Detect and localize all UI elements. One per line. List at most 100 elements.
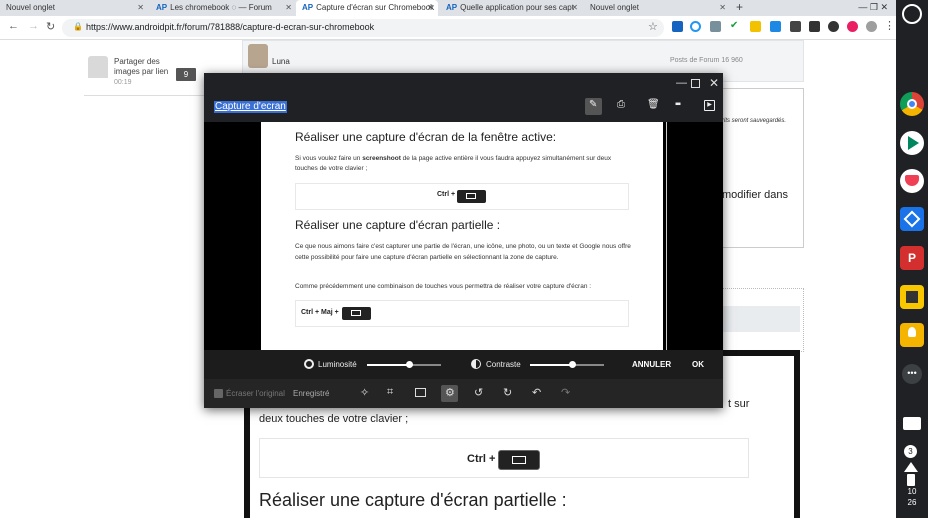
reload-icon[interactable]: ↻ (46, 20, 55, 33)
brightness-icon (304, 359, 314, 369)
keyboard-icon[interactable] (903, 417, 921, 430)
pencil-icon[interactable]: ✎ (589, 99, 597, 110)
window-controls[interactable]: — ❐ ✕ (800, 0, 896, 16)
extension-icon[interactable] (770, 21, 781, 32)
window-switch-key-icon (342, 307, 371, 320)
contrast-icon (471, 359, 481, 369)
redo-icon[interactable]: ↷ (561, 386, 570, 399)
wifi-icon[interactable] (904, 462, 918, 472)
rotate-left-icon[interactable]: ↺ (474, 386, 483, 399)
close-icon[interactable]: ✕ (427, 0, 434, 15)
tab-label: Nouvel onglet (6, 3, 55, 12)
author-name[interactable]: Luna (272, 57, 290, 66)
shortcut-text: Ctrl + (437, 191, 456, 198)
extension-icon[interactable] (710, 21, 721, 32)
clock-minute: 26 (907, 498, 917, 507)
pocket-icon[interactable] (900, 169, 924, 193)
overflow-menu-icon[interactable]: ••• (902, 364, 922, 384)
text-fragment: t sur (728, 398, 750, 410)
file-name-input[interactable]: Capture d'ecran (214, 101, 287, 113)
app-icon[interactable] (900, 207, 924, 231)
profile-avatar[interactable] (866, 21, 877, 32)
reply-count-badge: 9 (176, 68, 196, 81)
eraser-icon[interactable] (790, 21, 801, 32)
androidpit-icon: AP (156, 3, 168, 12)
close-icon[interactable]: ✕ (285, 0, 292, 15)
forward-icon[interactable]: → (28, 20, 39, 32)
extension-icon[interactable] (750, 21, 761, 32)
contrast-slider-thumb[interactable] (568, 361, 576, 368)
rotate-right-icon[interactable]: ↻ (503, 386, 512, 399)
screenshot-paragraph: Ce que nous aimons faire c'est capturer … (295, 243, 631, 261)
window-switch-key-icon (457, 190, 486, 203)
contrast-slider-fill (530, 364, 573, 366)
overwrite-original-label: Écraser l'original (226, 389, 285, 398)
paragraph-bold: screenshoot (362, 155, 401, 162)
user-avatar (88, 56, 108, 78)
ok-button[interactable]: OK (692, 360, 704, 369)
auto-fix-icon[interactable]: ✧ (360, 386, 369, 399)
aspect-ratio-icon[interactable] (415, 388, 426, 397)
chrome-icon[interactable] (900, 92, 924, 116)
close-icon[interactable]: ✕ (137, 0, 144, 15)
tab-new-1[interactable]: Nouvel onglet ✕ (0, 0, 148, 16)
close-icon[interactable]: ✕ (709, 76, 719, 90)
print-icon[interactable]: ⎙ (617, 99, 625, 110)
bookmark-star-icon[interactable]: ☆ (648, 20, 658, 33)
article-text: deux touches de votre clavier ; (259, 413, 409, 425)
menu-icon[interactable]: ⋮ (884, 19, 895, 32)
tab-label: Capture d'écran sur Chromebook (316, 3, 435, 12)
clock[interactable]: 10 26 (902, 486, 922, 508)
forum-post-count: Posts de Forum 16 960 (670, 57, 743, 64)
play-store-icon[interactable] (900, 131, 924, 155)
tab-label: Nouvel onglet (590, 3, 639, 12)
tab-label: Quelle application pour ses capt (460, 3, 574, 12)
extension-icon[interactable] (672, 21, 683, 32)
content-bar (720, 306, 800, 332)
grid-icon[interactable]: ▪▪ (675, 99, 681, 110)
screenshot-paragraph: Si vous voulez faire un screenshoot de l… (295, 154, 633, 174)
pdf-editor-icon[interactable]: P (900, 246, 924, 270)
androidpit-icon: AP (446, 3, 458, 12)
autosave-hint: rits seront sauvegardés. (722, 118, 787, 124)
close-icon[interactable]: ✕ (571, 0, 578, 15)
new-tab-button[interactable]: + (736, 0, 743, 14)
gear-icon[interactable]: ⚙ (445, 386, 455, 399)
androidpit-icon: AP (302, 3, 314, 12)
tab-app[interactable]: AP Quelle application pour ses capt ✕ (440, 0, 582, 16)
extension-icon[interactable] (847, 21, 858, 32)
thread-time: 00:19 (114, 79, 132, 86)
slideshow-icon[interactable]: ▶ (704, 100, 715, 111)
close-icon[interactable]: ✕ (719, 0, 726, 15)
tab-new-2[interactable]: Nouvel onglet ✕ (584, 0, 730, 16)
thread-title[interactable]: Partager des images par lien (114, 57, 174, 77)
brightness-label: Luminosité (318, 360, 357, 369)
notification-badge[interactable]: 3 (904, 445, 917, 458)
overwrite-original-checkbox[interactable] (214, 389, 223, 398)
cancel-button[interactable]: ANNULER (632, 360, 671, 369)
tab-capture[interactable]: AP Capture d'écran sur Chromebook ✕ (296, 0, 438, 16)
keep-icon[interactable] (900, 323, 924, 347)
crop-icon[interactable]: ⌗ (387, 386, 393, 399)
url-text[interactable]: https://www.androidpit.fr/forum/781888/c… (86, 22, 374, 32)
back-icon[interactable]: ← (8, 20, 19, 32)
battery-icon[interactable] (907, 474, 915, 486)
article-heading: Réaliser une capture d'écran partielle : (259, 490, 567, 510)
window-switch-key-icon (498, 450, 540, 470)
shortcut-text: Ctrl + (467, 453, 496, 465)
minimize-icon[interactable]: — (676, 77, 687, 89)
clock-hour: 10 (907, 487, 917, 496)
screenshot-paragraph: Comme précédemment une combinaison de to… (295, 283, 592, 290)
launcher-icon[interactable] (902, 4, 922, 24)
checkmark-icon[interactable]: ✔ (730, 21, 741, 32)
chip-icon[interactable] (900, 285, 924, 309)
tab-forum[interactable]: AP Les chromebook ◌ — Forum ✕ (150, 0, 296, 16)
maximize-icon[interactable] (691, 79, 700, 88)
extension-icon[interactable] (809, 21, 820, 32)
divider (666, 122, 667, 350)
undo-icon[interactable]: ↶ (532, 386, 541, 399)
extension-icon[interactable] (828, 21, 839, 32)
paragraph-text: Si vous voulez faire un (295, 155, 363, 162)
trash-icon[interactable]: 🗑 (647, 99, 660, 110)
extension-sync-icon[interactable] (690, 21, 701, 32)
